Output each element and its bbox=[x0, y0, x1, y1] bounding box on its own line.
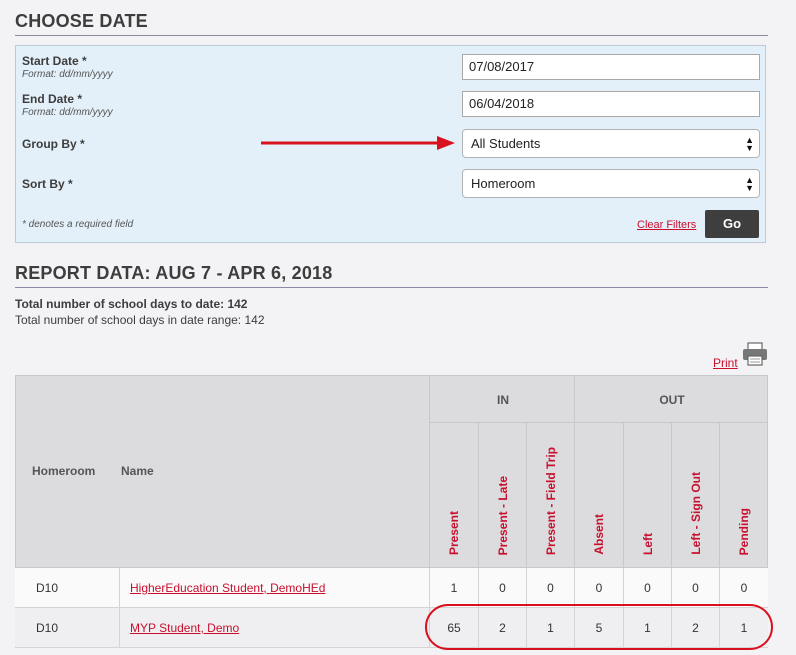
range-days-text: Total number of school days in date rang… bbox=[15, 313, 265, 327]
report-divider bbox=[15, 287, 768, 288]
col-present-label: Present bbox=[447, 510, 461, 555]
col-present-late-label: Present - Late bbox=[496, 475, 510, 555]
value-cell: 0 bbox=[478, 568, 526, 608]
col-left-label: Left bbox=[641, 533, 655, 555]
col-left-sign-out-label: Left - Sign Out bbox=[689, 472, 703, 555]
value-cell: 0 bbox=[574, 568, 623, 608]
annotation-oval bbox=[425, 604, 773, 650]
group-out-header: OUT bbox=[574, 375, 768, 423]
required-note: * denotes a required field bbox=[22, 219, 134, 230]
homeroom-cell: D10 bbox=[36, 581, 59, 595]
col-left-sign-out[interactable]: Left - Sign Out bbox=[671, 422, 720, 568]
group-by-label: Group By * bbox=[22, 137, 85, 151]
sort-by-label: Sort By * bbox=[22, 177, 73, 191]
end-date-hint: Format: dd/mm/yyyy bbox=[22, 107, 113, 118]
group-by-select[interactable]: All Students ▲ ▼ bbox=[462, 129, 760, 158]
col-present[interactable]: Present bbox=[429, 422, 479, 568]
clear-filters-link[interactable]: Clear Filters bbox=[637, 219, 696, 231]
col-homeroom[interactable]: Homeroom bbox=[32, 464, 95, 478]
homeroom-cell: D10 bbox=[36, 621, 59, 635]
total-days-text: Total number of school days to date: 142 bbox=[15, 297, 248, 311]
annotation-arrow-icon bbox=[261, 136, 455, 150]
col-left[interactable]: Left bbox=[623, 422, 672, 568]
student-link[interactable]: MYP Student, Demo bbox=[130, 621, 239, 635]
col-pending-label: Pending bbox=[737, 507, 751, 555]
value-cell: 0 bbox=[719, 568, 768, 608]
title-divider bbox=[15, 35, 768, 36]
value-cell: 1 bbox=[429, 568, 478, 608]
col-absent-label: Absent bbox=[592, 514, 606, 555]
student-link[interactable]: HigherEducation Student, DemoHEd bbox=[130, 581, 325, 595]
group-in-label: IN bbox=[497, 393, 509, 407]
col-present-field-trip[interactable]: Present - Field Trip bbox=[526, 422, 575, 568]
name-cell: HigherEducation Student, DemoHEd bbox=[119, 568, 429, 608]
start-date-label: Start Date * bbox=[22, 54, 87, 68]
col-present-late[interactable]: Present - Late bbox=[478, 422, 527, 568]
col-absent[interactable]: Absent bbox=[574, 422, 624, 568]
printer-icon[interactable] bbox=[742, 342, 768, 366]
col-pending[interactable]: Pending bbox=[719, 422, 768, 568]
value-cell: 0 bbox=[526, 568, 574, 608]
value-cell: 0 bbox=[671, 568, 719, 608]
end-date-input[interactable]: 06/04/2018 bbox=[462, 91, 760, 117]
group-by-value: All Students bbox=[471, 136, 541, 151]
print-link[interactable]: Print bbox=[713, 356, 738, 370]
select-arrows-icon: ▲ ▼ bbox=[745, 175, 754, 193]
name-cell: MYP Student, Demo bbox=[119, 608, 429, 648]
value-cell: 0 bbox=[623, 568, 671, 608]
group-in-header: IN bbox=[429, 375, 575, 423]
group-out-label: OUT bbox=[659, 393, 685, 407]
end-date-label: End Date * bbox=[22, 92, 83, 106]
table-row: D10 HigherEducation Student, DemoHEd 1 0… bbox=[15, 568, 768, 608]
sort-by-select[interactable]: Homeroom ▲ ▼ bbox=[462, 169, 760, 198]
start-date-input[interactable]: 07/08/2017 bbox=[462, 54, 760, 80]
report-title: REPORT DATA: AUG 7 - APR 6, 2018 bbox=[15, 263, 333, 283]
choose-date-title: CHOOSE DATE bbox=[15, 11, 148, 31]
sort-by-value: Homeroom bbox=[471, 176, 536, 191]
start-date-hint: Format: dd/mm/yyyy bbox=[22, 69, 113, 80]
col-name[interactable]: Name bbox=[121, 464, 154, 478]
select-arrows-icon: ▲ ▼ bbox=[745, 135, 754, 153]
go-button[interactable]: Go bbox=[705, 210, 759, 238]
col-present-field-trip-label: Present - Field Trip bbox=[544, 446, 558, 555]
